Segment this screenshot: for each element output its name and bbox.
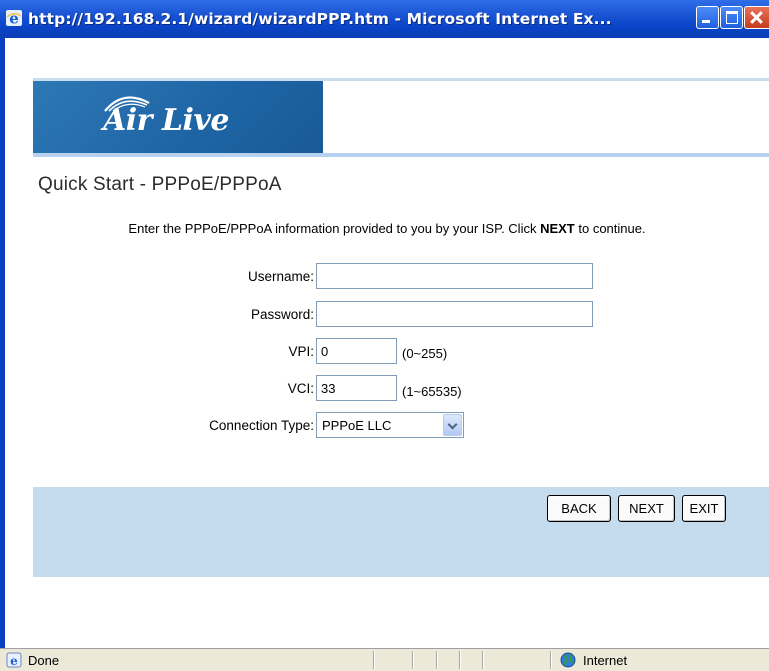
- chevron-down-icon[interactable]: [443, 414, 462, 436]
- window-title: http://192.168.2.1/wizard/wizardPPP.htm …: [28, 10, 612, 28]
- instruction-post: to continue.: [574, 221, 646, 236]
- svg-text:e: e: [9, 10, 19, 28]
- vci-input[interactable]: [316, 375, 397, 401]
- status-text: Done: [28, 653, 60, 668]
- instruction-pre: Enter the PPPoE/PPPoA information provid…: [128, 221, 541, 236]
- instruction-bold: NEXT: [540, 221, 575, 236]
- header-divider-bottom: [33, 153, 769, 157]
- airlive-logo-banner: Air Live: [33, 81, 323, 153]
- page-title: Quick Start - PPPoE/PPPoA: [38, 174, 282, 195]
- username-label: Username:: [247, 269, 314, 284]
- vpi-label: VPI:: [288, 344, 314, 359]
- exit-button[interactable]: EXIT: [682, 495, 726, 522]
- minimize-button[interactable]: [696, 6, 719, 29]
- next-button[interactable]: NEXT: [618, 495, 675, 522]
- page-content: Air Live Quick Start - PPPoE/PPPoA Enter…: [5, 38, 769, 648]
- internet-explorer-icon: e: [6, 10, 22, 28]
- globe-icon: [560, 652, 576, 668]
- svg-text:e: e: [10, 654, 18, 668]
- vci-label: VCI:: [287, 381, 314, 396]
- status-bar: e Done Internet: [0, 648, 769, 671]
- username-input[interactable]: [316, 263, 593, 289]
- status-separator: [482, 651, 483, 669]
- vci-range-hint: (1~65535): [402, 384, 462, 399]
- connection-type-select[interactable]: PPPoE LLC: [316, 412, 464, 438]
- vpi-range-hint: (0~255): [402, 346, 448, 361]
- status-separator: [459, 651, 460, 669]
- password-input[interactable]: [316, 301, 593, 327]
- page-done-icon: e: [6, 652, 22, 668]
- maximize-button[interactable]: [720, 6, 743, 29]
- status-separator: [373, 651, 374, 669]
- status-separator: [412, 651, 413, 669]
- airlive-logo-text: Air Live: [103, 103, 229, 138]
- window-title-bar[interactable]: e http://192.168.2.1/wizard/wizardPPP.ht…: [0, 0, 769, 38]
- vpi-input[interactable]: [316, 338, 397, 364]
- password-label: Password:: [250, 307, 314, 322]
- connection-type-label: Connection Type:: [209, 418, 314, 433]
- close-button[interactable]: [744, 6, 769, 29]
- instruction-text: Enter the PPPoE/PPPoA information provid…: [5, 221, 769, 236]
- status-separator: [436, 651, 437, 669]
- security-zone-text: Internet: [583, 653, 628, 668]
- connection-type-value: PPPoE LLC: [322, 418, 392, 433]
- status-separator: [550, 651, 551, 669]
- back-button[interactable]: BACK: [547, 495, 611, 522]
